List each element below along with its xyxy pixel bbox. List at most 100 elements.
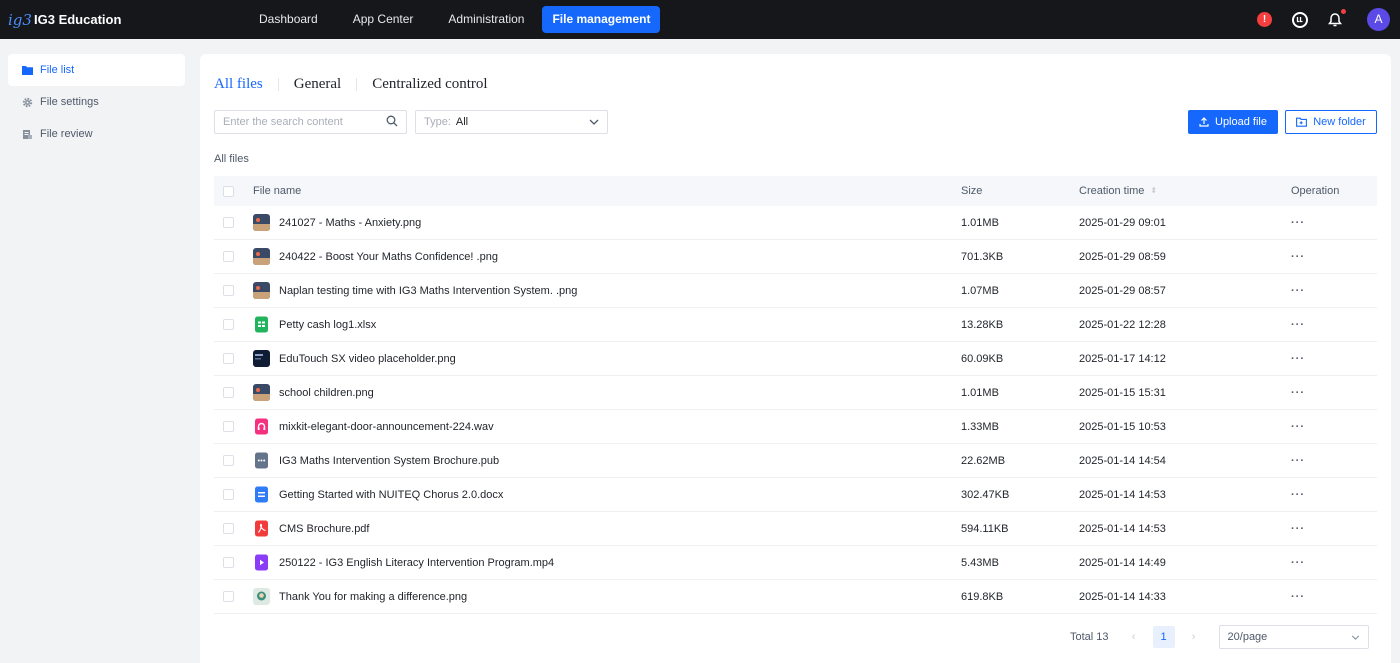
sidebar-item-file-list[interactable]: File list: [8, 54, 185, 86]
table-row[interactable]: CMS Brochure.pdf 594.11KB 2025-01-14 14:53…: [214, 512, 1377, 546]
nav-item-file-management[interactable]: File management: [542, 6, 661, 33]
file-name-cell[interactable]: 240422 - Boost Your Maths Confidence! .p…: [253, 248, 961, 265]
file-name-cell[interactable]: 241027 - Maths - Anxiety.png: [253, 214, 961, 231]
chevron-down-icon: [1351, 631, 1360, 643]
more-options-icon[interactable]: ···: [1291, 285, 1305, 297]
more-options-icon[interactable]: ···: [1291, 523, 1305, 535]
more-options-icon[interactable]: ···: [1291, 353, 1305, 365]
file-name: 250122 - IG3 English Literacy Interventi…: [279, 556, 555, 569]
more-options-icon[interactable]: ···: [1291, 387, 1305, 399]
creation-time: 2025-01-15 15:31: [1079, 386, 1166, 399]
more-options-icon[interactable]: ···: [1291, 455, 1305, 467]
row-checkbox[interactable]: [223, 591, 234, 602]
more-options-icon[interactable]: ···: [1291, 557, 1305, 569]
brand[interactable]: ig3 IG3 Education: [8, 9, 208, 31]
new-folder-button[interactable]: New folder: [1285, 110, 1377, 134]
row-checkbox[interactable]: [223, 421, 234, 432]
file-name: EduTouch SX video placeholder.png: [279, 352, 456, 365]
more-options-icon[interactable]: ···: [1291, 251, 1305, 263]
document-icon: [22, 129, 33, 140]
breadcrumb[interactable]: All files: [214, 153, 249, 165]
file-name-cell[interactable]: mixkit-elegant-door-announcement-224.wav: [253, 418, 961, 435]
prev-page-icon[interactable]: ‹: [1123, 631, 1145, 643]
type-filter-label: Type:: [424, 116, 451, 128]
row-checkbox[interactable]: [223, 285, 234, 296]
new-folder-label: New folder: [1313, 116, 1366, 128]
row-checkbox[interactable]: [223, 319, 234, 330]
search-input[interactable]: [223, 116, 386, 128]
file-name-cell[interactable]: EduTouch SX video placeholder.png: [253, 350, 961, 367]
alert-icon[interactable]: !: [1257, 12, 1272, 27]
creation-time: 2025-01-29 08:59: [1079, 250, 1166, 263]
file-size: 619.8KB: [961, 590, 1004, 603]
file-name-cell[interactable]: Naplan testing time with IG3 Maths Inter…: [253, 282, 961, 299]
row-checkbox[interactable]: [223, 217, 234, 228]
file-name: Petty cash log1.xlsx: [279, 318, 377, 331]
search-icon[interactable]: [386, 115, 398, 130]
table-row[interactable]: school children.png 1.01MB 2025-01-15 15:3…: [214, 376, 1377, 410]
sort-icon[interactable]: ⬍: [1150, 187, 1157, 195]
row-checkbox[interactable]: [223, 489, 234, 500]
table-row[interactable]: mixkit-elegant-door-announcement-224.wav…: [214, 410, 1377, 444]
avatar[interactable]: A: [1367, 8, 1390, 31]
main-nav: Dashboard App Center Administration File…: [242, 6, 661, 33]
more-options-icon[interactable]: ···: [1291, 591, 1305, 603]
table-row[interactable]: Naplan testing time with IG3 Maths Inter…: [214, 274, 1377, 308]
nav-item-app-center[interactable]: App Center: [336, 6, 431, 33]
row-checkbox[interactable]: [223, 455, 234, 466]
circle-badge-icon[interactable]: [1292, 11, 1308, 28]
type-filter-select[interactable]: Type: All: [415, 110, 608, 134]
more-options-icon[interactable]: ···: [1291, 217, 1305, 229]
upload-icon: [1199, 117, 1209, 127]
file-name: Thank You for making a difference.png: [279, 590, 468, 603]
file-name-cell[interactable]: Petty cash log1.xlsx: [253, 316, 961, 333]
table-row[interactable]: 241027 - Maths - Anxiety.png 1.01MB 2025-0…: [214, 206, 1377, 240]
nav-item-dashboard[interactable]: Dashboard: [242, 6, 335, 33]
file-name-cell[interactable]: Getting Started with NUITEQ Chorus 2.0.d…: [253, 486, 961, 503]
file-name-cell[interactable]: 250122 - IG3 English Literacy Interventi…: [253, 554, 961, 571]
file-name: 240422 - Boost Your Maths Confidence! .p…: [279, 250, 498, 263]
bell-icon[interactable]: [1327, 7, 1347, 28]
creation-time: 2025-01-14 14:33: [1079, 590, 1166, 603]
more-options-icon[interactable]: ···: [1291, 421, 1305, 433]
row-checkbox[interactable]: [223, 353, 234, 364]
column-header-time-label: Creation time: [1079, 185, 1145, 197]
row-checkbox[interactable]: [223, 557, 234, 568]
file-name-cell[interactable]: school children.png: [253, 384, 961, 401]
sidebar-item-file-review[interactable]: File review: [8, 118, 185, 150]
file-name-cell[interactable]: IG3 Maths Intervention System Brochure.p…: [253, 452, 961, 469]
next-page-icon[interactable]: ›: [1183, 631, 1205, 643]
table-row[interactable]: Thank You for making a difference.png 619…: [214, 580, 1377, 614]
file-size: 5.43MB: [961, 556, 999, 569]
video-file-icon: [253, 554, 270, 571]
sidebar-item-file-settings[interactable]: File settings: [8, 86, 185, 118]
row-checkbox[interactable]: [223, 251, 234, 262]
more-options-icon[interactable]: ···: [1291, 319, 1305, 331]
table-row[interactable]: IG3 Maths Intervention System Brochure.p…: [214, 444, 1377, 478]
table-row[interactable]: EduTouch SX video placeholder.png 60.09KB…: [214, 342, 1377, 376]
file-name: mixkit-elegant-door-announcement-224.wav: [279, 420, 494, 433]
nav-item-administration[interactable]: Administration: [431, 6, 541, 33]
gear-icon: [22, 97, 33, 108]
table-row[interactable]: Getting Started with NUITEQ Chorus 2.0.d…: [214, 478, 1377, 512]
table-row[interactable]: 250122 - IG3 English Literacy Interventi…: [214, 546, 1377, 580]
table-row[interactable]: 240422 - Boost Your Maths Confidence! .p…: [214, 240, 1377, 274]
upload-file-button[interactable]: Upload file: [1188, 110, 1278, 134]
row-checkbox[interactable]: [223, 523, 234, 534]
table-row[interactable]: Petty cash log1.xlsx 13.28KB 2025-01-22 12…: [214, 308, 1377, 342]
select-all-checkbox[interactable]: [223, 185, 234, 197]
column-header-size: Size: [961, 185, 983, 197]
page-size-select[interactable]: 20/page: [1218, 625, 1369, 649]
more-options-icon[interactable]: ···: [1291, 489, 1305, 501]
file-name-cell[interactable]: CMS Brochure.pdf: [253, 520, 961, 537]
tab-centralized-control[interactable]: Centralized control: [372, 76, 487, 93]
file-size: 1.01MB: [961, 216, 999, 229]
folder-plus-icon: [1296, 117, 1308, 127]
row-checkbox[interactable]: [223, 387, 234, 398]
column-header-time[interactable]: Creation time ⬍: [1079, 185, 1291, 197]
file-name-cell[interactable]: Thank You for making a difference.png: [253, 588, 961, 605]
page-number-current[interactable]: 1: [1152, 626, 1175, 648]
sidebar: File list File settings File review: [0, 39, 193, 663]
tab-all-files[interactable]: All files: [214, 76, 263, 93]
tab-general[interactable]: General: [294, 76, 341, 93]
